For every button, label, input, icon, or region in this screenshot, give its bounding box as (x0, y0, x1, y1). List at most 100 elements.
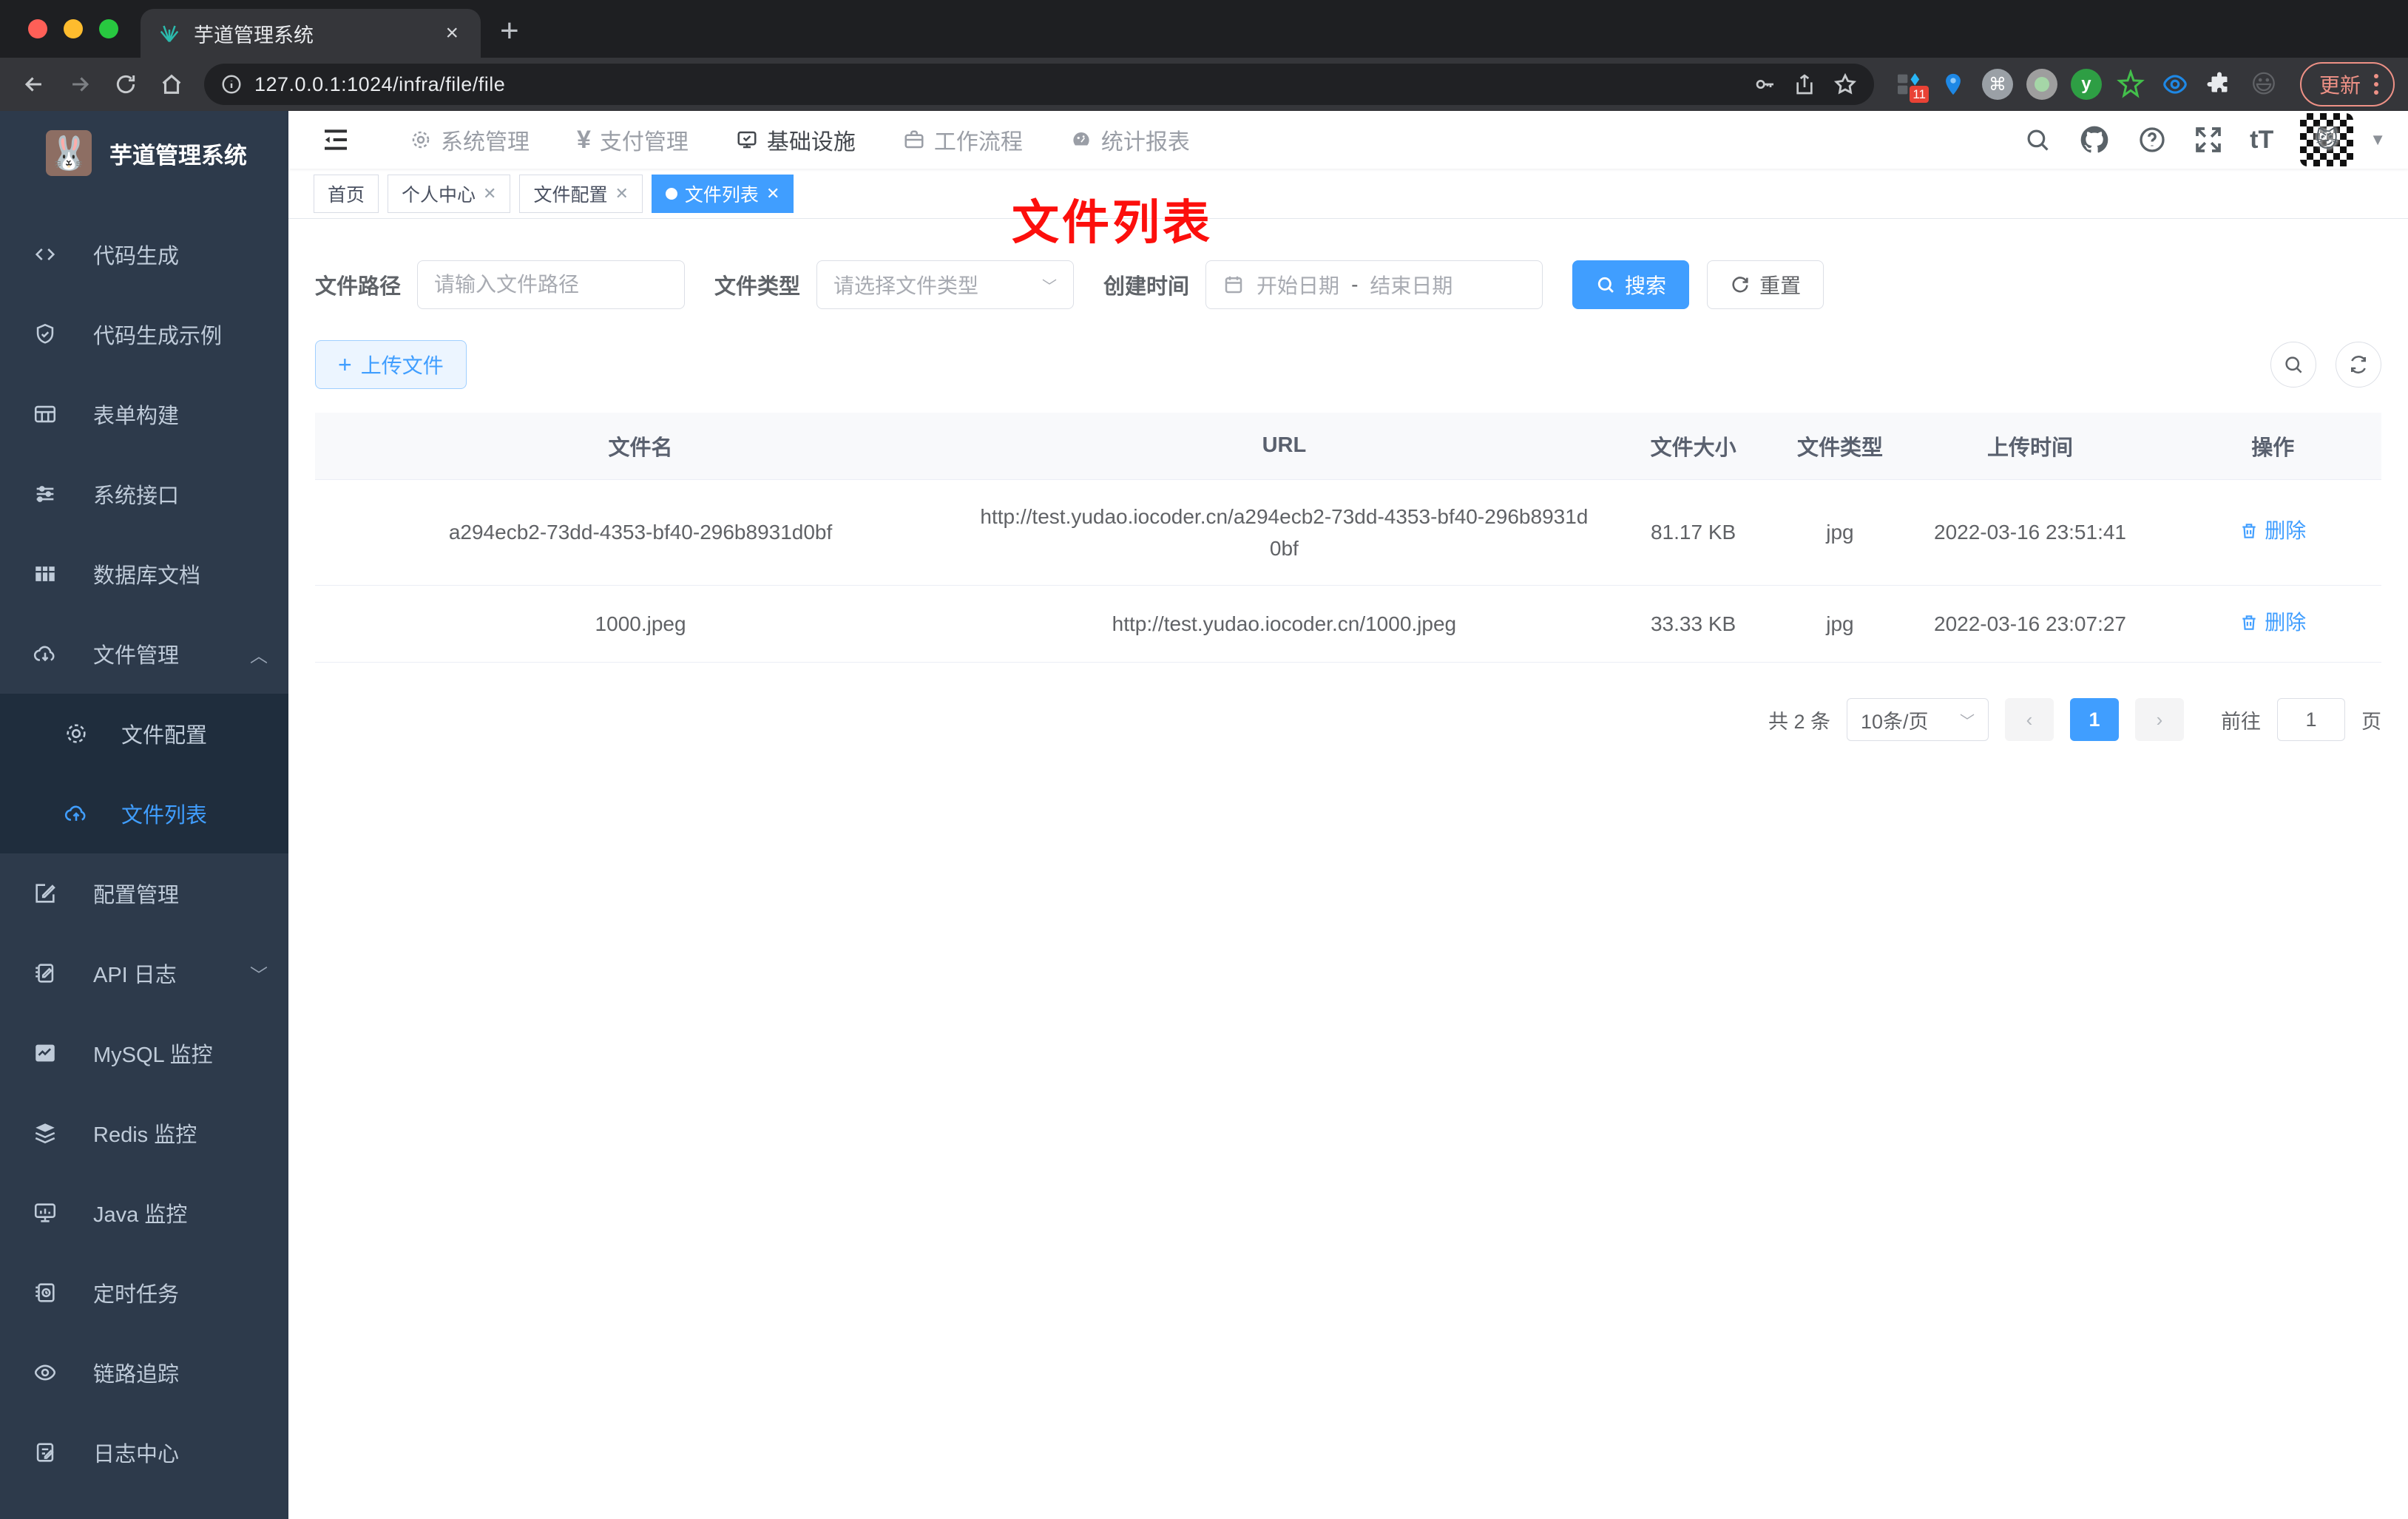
sidebar-item-log-center[interactable]: 日志中心 (0, 1413, 288, 1492)
reload-icon[interactable] (105, 64, 146, 105)
table-search-icon[interactable] (2270, 342, 2316, 388)
back-icon[interactable] (13, 64, 55, 105)
sidebar-item-file-mgmt[interactable]: 文件管理 ︿ (0, 614, 288, 694)
extension-workona-icon[interactable]: 11 (1892, 67, 1929, 103)
date-end-placeholder[interactable]: 结束日期 (1370, 270, 1452, 300)
page-size-select[interactable]: 10条/页 ﹀ (1847, 698, 1989, 742)
browser-update-button[interactable]: 更新 (2299, 62, 2395, 106)
extension-pin-icon[interactable] (1936, 67, 1970, 101)
gear-icon (67, 724, 86, 743)
share-icon[interactable] (1793, 72, 1816, 96)
fullscreen-icon[interactable] (2194, 125, 2223, 155)
tag-file-list[interactable]: 文件列表 ✕ (651, 174, 794, 213)
home-icon[interactable] (151, 64, 192, 105)
browser-menu-icon[interactable] (2374, 74, 2378, 95)
tags-view: 首页 个人中心 ✕ 文件配置 ✕ 文件列表 ✕ (288, 169, 2408, 219)
eye-icon (34, 1364, 56, 1381)
nav-workflow[interactable]: 工作流程 (881, 111, 1045, 169)
chevron-down-icon: ﹀ (1960, 713, 1975, 730)
search-button[interactable]: 搜索 (1572, 260, 1690, 309)
sidebar-item-file-list[interactable]: 文件列表 (0, 774, 288, 853)
browser-tab[interactable]: 芋道管理系统 × (141, 9, 481, 58)
file-path-input[interactable] (434, 273, 669, 297)
prev-page-button[interactable]: ‹ (2005, 698, 2054, 742)
sidebar-item-api-log[interactable]: API 日志 ﹀ (0, 933, 288, 1013)
tag-file-config[interactable]: 文件配置 ✕ (519, 174, 643, 213)
col-type: 文件类型 (1784, 413, 1896, 480)
table-tools (2270, 342, 2381, 388)
file-type-label: 文件类型 (714, 275, 801, 299)
close-window-button[interactable] (28, 19, 47, 38)
github-icon[interactable] (2078, 124, 2111, 156)
sidebar-item-code-gen[interactable]: 代码生成 (0, 214, 288, 294)
nav-system-mgmt[interactable]: 系统管理 (388, 111, 552, 169)
sidebar-item-file-config[interactable]: 文件配置 (0, 694, 288, 774)
cell-filename: 1000.jpeg (315, 585, 967, 663)
password-key-icon[interactable] (1753, 72, 1776, 96)
date-start-placeholder[interactable]: 开始日期 (1257, 270, 1339, 300)
avatar-dropdown-icon[interactable]: ▼ (2370, 130, 2386, 149)
tab-close-icon[interactable]: × (441, 21, 463, 46)
delete-button[interactable]: 删除 (2239, 515, 2306, 547)
help-icon[interactable] (2137, 125, 2167, 155)
extension-puzzle-icon[interactable] (2202, 67, 2236, 101)
file-path-field[interactable] (417, 260, 686, 309)
nav-reports[interactable]: 统计报表 (1048, 111, 1212, 169)
font-size-icon[interactable]: tT (2250, 126, 2273, 155)
close-icon[interactable]: ✕ (766, 184, 779, 203)
cell-time: 2022-03-16 23:51:41 (1895, 479, 2165, 586)
sidebar-item-scheduled-tasks[interactable]: 定时任务 (0, 1253, 288, 1333)
search-icon[interactable] (2023, 126, 2052, 154)
close-icon[interactable]: ✕ (483, 184, 496, 203)
browser-tabstrip: 芋道管理系统 × + (0, 0, 2408, 58)
bookmark-star-icon[interactable] (1833, 72, 1858, 97)
sidebar-item-form-builder[interactable]: 表单构建 (0, 374, 288, 454)
minimize-window-button[interactable] (64, 19, 83, 38)
next-page-button[interactable]: › (2135, 698, 2184, 742)
address-bar[interactable]: 127.0.0.1:1024/infra/file/file (204, 64, 1874, 105)
sidebar-item-tracing[interactable]: 链路追踪 (0, 1333, 288, 1413)
forward-icon[interactable] (59, 64, 101, 105)
nav-infrastructure[interactable]: 基础设施 (714, 111, 878, 169)
table-toolbar: + 上传文件 (315, 340, 2381, 389)
upload-file-button[interactable]: + 上传文件 (315, 340, 467, 389)
extension-y-icon[interactable]: y (2069, 67, 2103, 101)
extension-star-icon[interactable] (2114, 67, 2148, 101)
book-clock-icon (35, 1283, 55, 1302)
url-text[interactable]: 127.0.0.1:1024/infra/file/file (254, 73, 1736, 96)
sidebar: 🐰 芋道管理系统 代码生成 代码生成示例 表单构建 系统接口 数据库文档 文件管… (0, 111, 288, 1519)
maximize-window-button[interactable] (99, 19, 118, 38)
close-icon[interactable]: ✕ (615, 184, 628, 203)
sidebar-item-db-doc[interactable]: 数据库文档 (0, 534, 288, 614)
cloud-upload-icon (64, 805, 86, 821)
sidebar-item-redis-monitor[interactable]: Redis 监控 (0, 1093, 288, 1173)
extension-eye-icon[interactable] (2158, 67, 2192, 101)
new-tab-button[interactable]: + (500, 15, 519, 47)
sidebar-item-mysql-monitor[interactable]: MySQL 监控 (0, 1013, 288, 1093)
tag-home[interactable]: 首页 (314, 174, 379, 213)
nav-payment-mgmt[interactable]: ¥ 支付管理 (555, 111, 711, 169)
sidebar-toggle-icon[interactable] (303, 125, 368, 155)
doc-edit-icon (36, 1443, 54, 1462)
tag-profile[interactable]: 个人中心 ✕ (388, 174, 511, 213)
date-range-field[interactable]: 开始日期 - 结束日期 (1205, 260, 1543, 309)
extension-recorder-icon[interactable] (2025, 67, 2059, 101)
sidebar-logo[interactable]: 🐰 芋道管理系统 (0, 111, 288, 195)
extension-badge: 11 (1910, 86, 1929, 103)
avatar[interactable]: 😼 (2300, 113, 2354, 166)
current-page[interactable]: 1 (2070, 698, 2119, 742)
sidebar-item-java-monitor[interactable]: Java 监控 (0, 1173, 288, 1253)
file-type-select[interactable]: 请选择文件类型 ﹀ (816, 260, 1075, 309)
sidebar-item-config-mgmt[interactable]: 配置管理 (0, 853, 288, 933)
delete-button[interactable]: 删除 (2239, 606, 2306, 638)
sidebar-item-system-api[interactable]: 系统接口 (0, 454, 288, 534)
goto-page-input[interactable] (2277, 698, 2345, 742)
table-refresh-icon[interactable] (2336, 342, 2381, 388)
code-icon (35, 248, 55, 260)
extension-command-icon[interactable]: ⌘ (1981, 67, 2015, 101)
site-info-icon[interactable] (220, 73, 243, 95)
sidebar-item-code-demo[interactable]: 代码生成示例 (0, 294, 288, 374)
extension-emoji-icon[interactable]: 😃 (2247, 67, 2281, 101)
reset-button[interactable]: 重置 (1707, 260, 1824, 309)
file-mgmt-submenu: 文件配置 文件列表 (0, 694, 288, 853)
